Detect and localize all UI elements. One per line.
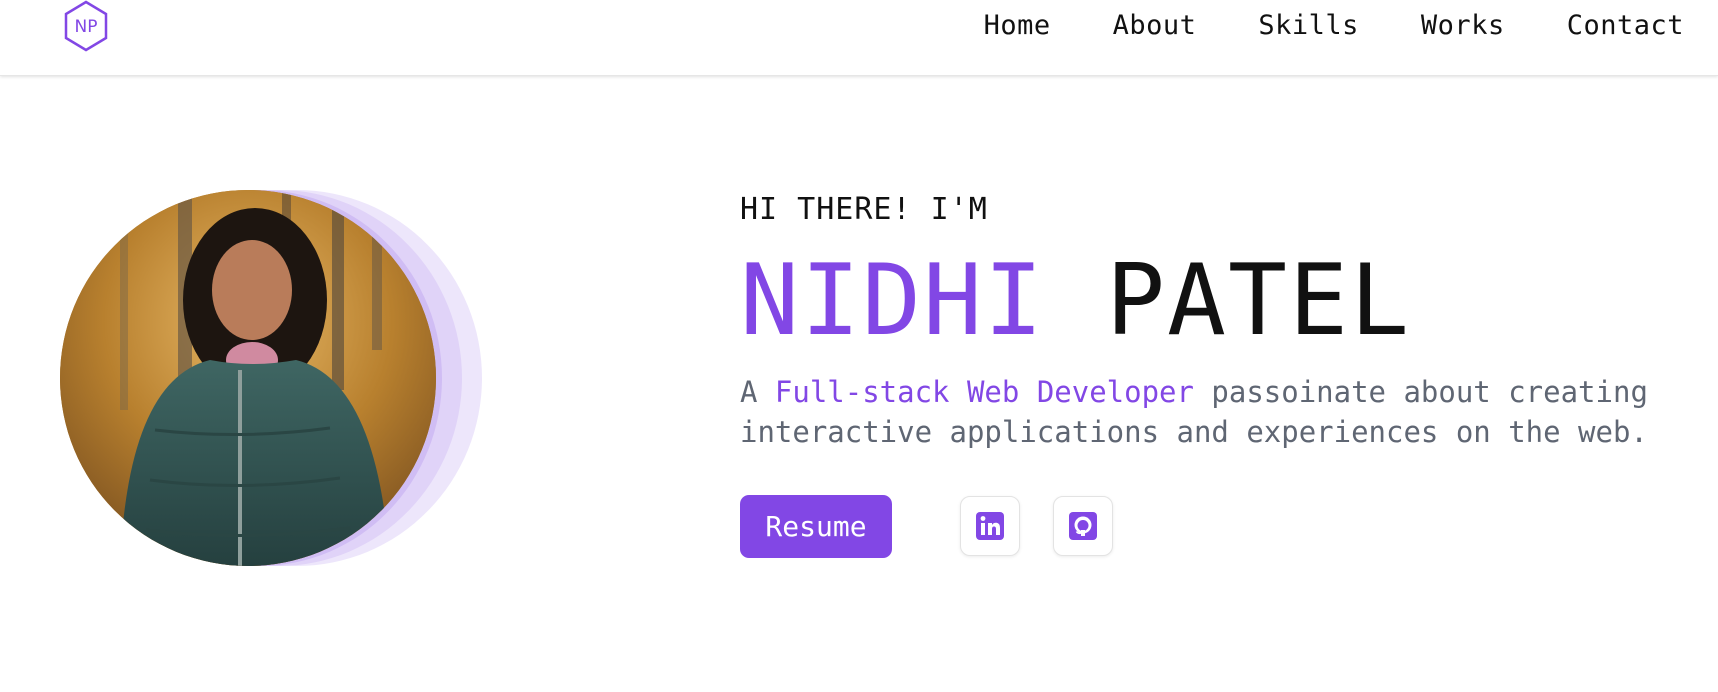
hero-tagline: A Full-stack Web Developer passoinate ab… bbox=[740, 372, 1700, 452]
nav-home[interactable]: Home bbox=[984, 10, 1051, 41]
tagline-prefix: A bbox=[740, 375, 775, 409]
hero-first-name: NIDHI bbox=[740, 244, 1046, 358]
hero-greeting: HI THERE! I'M bbox=[740, 192, 988, 227]
linkedin-icon bbox=[976, 512, 1004, 540]
nav-contact[interactable]: Contact bbox=[1567, 10, 1684, 41]
logo-text: NP bbox=[75, 17, 98, 37]
github-button[interactable] bbox=[1053, 496, 1113, 556]
navbar: NP Home About Skills Works Contact bbox=[0, 0, 1718, 76]
resume-button[interactable]: Resume bbox=[740, 495, 892, 558]
profile-photo bbox=[60, 190, 436, 566]
linkedin-button[interactable] bbox=[960, 496, 1020, 556]
github-icon bbox=[1069, 512, 1097, 540]
nav-links: Home About Skills Works Contact bbox=[922, 10, 1684, 41]
nav-works[interactable]: Works bbox=[1421, 10, 1505, 41]
nav-about[interactable]: About bbox=[1113, 10, 1197, 41]
hero-last-name: PATEL bbox=[1106, 244, 1412, 358]
logo-icon[interactable]: NP bbox=[62, 0, 110, 52]
nav-skills[interactable]: Skills bbox=[1258, 10, 1359, 41]
tagline-highlight: Full-stack Web Developer bbox=[774, 375, 1194, 409]
hero-name: NIDHI PATEL bbox=[740, 246, 1411, 356]
hero-photo-area bbox=[60, 190, 490, 566]
